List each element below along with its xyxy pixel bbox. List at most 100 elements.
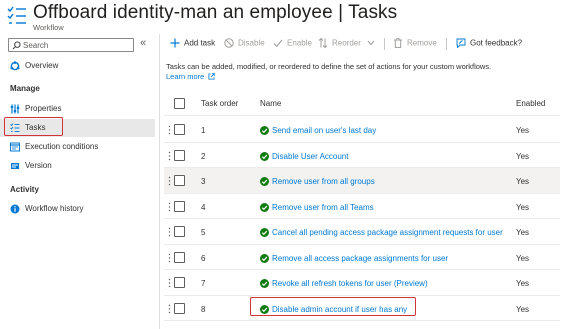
section-heading-activity: Activity: [10, 185, 39, 194]
table-row[interactable]: 7 Revoke all refresh tokens for user (Pr…: [164, 270, 560, 296]
info-icon: [10, 204, 20, 214]
section-heading-manage: Manage: [10, 84, 40, 93]
row-checkbox[interactable]: [174, 200, 185, 212]
page-header: Offboard identity-man an employee | Task…: [0, 0, 564, 34]
success-check-icon: [260, 253, 269, 263]
drag-handle-icon[interactable]: [168, 176, 171, 186]
remove-button[interactable]: Remove: [393, 38, 437, 48]
task-order: 1: [201, 126, 206, 135]
description-text: Tasks can be added, modified, or reorder…: [166, 62, 492, 81]
execution-conditions-icon: [10, 142, 20, 152]
command-bar: Add task Disable Enable Reorder Remove G…: [165, 35, 560, 53]
search-input[interactable]: [23, 39, 131, 51]
chevron-down-icon: [367, 40, 375, 46]
table-row[interactable]: 4 Remove user from all Teams Yes: [164, 194, 560, 219]
task-name-link[interactable]: Remove user from all groups: [260, 177, 375, 186]
add-task-button[interactable]: Add task: [170, 38, 215, 48]
more-options-button[interactable]: ···: [318, 3, 334, 18]
task-enabled: Yes: [516, 151, 530, 161]
overview-icon: [10, 61, 20, 71]
drag-handle-icon[interactable]: [168, 227, 171, 237]
table-row[interactable]: 1 Send email on user's last day Yes: [164, 117, 560, 143]
highlight-box-task-8: [250, 297, 416, 316]
reorder-button[interactable]: Reorder: [318, 38, 375, 48]
task-enabled: Yes: [516, 126, 530, 135]
plus-icon: [170, 38, 180, 48]
task-name-link[interactable]: Remove user from all Teams: [260, 202, 374, 212]
row-checkbox[interactable]: [174, 149, 185, 161]
sidebar: « Overview Manage Properties: [0, 34, 160, 329]
sidebar-item-label: Version: [25, 161, 52, 170]
external-link-icon: [208, 73, 216, 80]
page-title: Offboard identity-man an employee | Task…: [33, 2, 398, 23]
table-row[interactable]: 3 Remove user from all groups Yes: [164, 168, 560, 194]
row-checkbox[interactable]: [174, 277, 185, 288]
sidebar-item-workflow-history[interactable]: Workflow history: [0, 200, 155, 218]
success-check-icon: [260, 151, 269, 161]
success-check-icon: [260, 228, 269, 237]
disable-button[interactable]: Disable: [224, 38, 265, 48]
row-checkbox[interactable]: [174, 124, 185, 135]
drag-handle-icon[interactable]: [168, 151, 171, 161]
success-check-icon: [260, 279, 269, 288]
drag-handle-icon[interactable]: [168, 278, 171, 288]
table-row[interactable]: 2 Disable User Account Yes: [164, 143, 560, 168]
sidebar-item-label: Overview: [25, 61, 59, 70]
drag-handle-icon[interactable]: [168, 304, 171, 314]
task-name-link[interactable]: Send email on user's last day: [260, 126, 376, 135]
column-header-task-order[interactable]: Task order: [201, 99, 238, 108]
reorder-icon: [318, 38, 328, 48]
sidebar-item-label: Execution conditions: [25, 142, 99, 151]
table-row[interactable]: 5 Cancel all pending access package assi…: [164, 219, 560, 245]
properties-icon: [10, 104, 20, 114]
feedback-icon: [456, 38, 466, 48]
task-enabled: Yes: [516, 202, 530, 212]
row-checkbox[interactable]: [174, 226, 185, 237]
checkmark-icon: [273, 39, 283, 48]
row-checkbox[interactable]: [174, 175, 185, 186]
task-order: 3: [201, 177, 206, 186]
success-check-icon: [260, 126, 269, 135]
column-header-name[interactable]: Name: [260, 99, 281, 108]
sidebar-item-version[interactable]: Version: [0, 157, 155, 175]
drag-handle-icon[interactable]: [168, 253, 171, 263]
tasks-list-icon: [7, 6, 26, 24]
collapse-sidebar-button[interactable]: «: [140, 37, 146, 49]
task-order: 6: [201, 253, 206, 263]
table-header: Task order Name Enabled: [164, 90, 560, 116]
success-check-icon: [260, 177, 269, 186]
select-all-checkbox[interactable]: [174, 98, 185, 109]
table-row[interactable]: 6 Remove all access package assignments …: [164, 245, 560, 270]
search-icon: [12, 41, 21, 50]
drag-handle-icon[interactable]: [168, 202, 171, 212]
toolbar-divider: [446, 38, 447, 50]
feedback-button[interactable]: Got feedback?: [456, 38, 522, 48]
task-order: 5: [201, 228, 206, 237]
task-enabled: Yes: [516, 228, 530, 237]
sidebar-item-execution-conditions[interactable]: Execution conditions: [0, 138, 155, 156]
sidebar-item-overview[interactable]: Overview: [0, 57, 155, 75]
sidebar-item-properties[interactable]: Properties: [0, 100, 155, 118]
highlight-box-tasks: [4, 117, 63, 136]
version-icon: [11, 163, 19, 169]
task-order: 8: [201, 304, 206, 314]
task-order: 7: [201, 279, 206, 288]
drag-handle-icon[interactable]: [168, 125, 171, 135]
task-enabled: Yes: [516, 177, 530, 186]
page-subtitle: Workflow: [33, 23, 64, 32]
row-checkbox[interactable]: [174, 251, 185, 263]
enable-button[interactable]: Enable: [273, 38, 312, 48]
column-header-enabled[interactable]: Enabled: [516, 99, 545, 108]
toolbar-divider: [384, 38, 385, 50]
task-name-link[interactable]: Remove all access package assignments fo…: [260, 253, 448, 263]
task-name-link[interactable]: Disable User Account: [260, 151, 348, 161]
search-box[interactable]: [8, 38, 134, 52]
task-order: 2: [201, 151, 206, 161]
success-check-icon: [260, 202, 269, 212]
trash-icon: [394, 38, 402, 48]
learn-more-link[interactable]: Learn more: [166, 72, 216, 81]
block-icon: [224, 38, 234, 48]
task-name-link[interactable]: Cancel all pending access package assign…: [260, 228, 503, 237]
row-checkbox[interactable]: [174, 302, 185, 314]
task-name-link[interactable]: Revoke all refresh tokens for user (Prev…: [260, 279, 428, 288]
